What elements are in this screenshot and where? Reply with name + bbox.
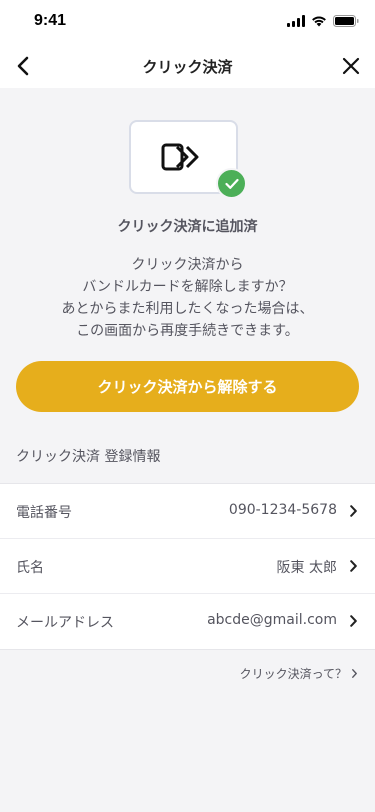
phone-number-value: 090-1234-5678 <box>228 502 337 518</box>
click-payment-logo-icon <box>161 143 199 171</box>
registration-info-list: 電話番号 090-1234-5678 氏名 阪東 太郎 メールアドレス abcd… <box>0 483 375 650</box>
email-label: メールアドレス <box>16 615 114 631</box>
email-value: abcde@gmail.com <box>207 612 337 628</box>
chevron-right-icon <box>352 669 357 678</box>
what-is-click-payment-link[interactable]: クリック決済って？ <box>240 665 357 682</box>
chevron-right-icon <box>350 560 357 572</box>
page-title: クリック決済 <box>142 58 233 76</box>
name-value: 阪東 太郎 <box>276 560 337 576</box>
navigation-bar: クリック決済 <box>0 44 375 88</box>
battery-icon <box>333 15 359 27</box>
added-check-badge <box>216 168 247 199</box>
wifi-icon <box>312 16 326 27</box>
phone-number-label: 電話番号 <box>16 505 72 521</box>
check-icon <box>225 178 239 189</box>
close-icon[interactable] <box>339 54 363 78</box>
description-line: あとからまた利用したくなった場合は、 <box>61 301 314 317</box>
status-icons <box>287 15 359 27</box>
added-status-title: クリック決済に追加済 <box>117 219 258 235</box>
description-line: バンドルカードを解除しますか？ <box>82 279 293 295</box>
description-line: この画面から再度手続きできます。 <box>76 323 299 339</box>
chevron-right-icon <box>350 615 357 627</box>
unregister-description: クリック決済から バンドルカードを解除しますか？ あとからまた利用したくなった場… <box>0 254 375 342</box>
unregister-button[interactable]: クリック決済から解除する <box>16 361 359 412</box>
help-link-label: クリック決済って？ <box>239 667 347 681</box>
cellular-signal-icon <box>287 15 305 27</box>
name-row[interactable]: 氏名 阪東 太郎 <box>0 539 375 594</box>
status-bar: 9:41 <box>0 0 375 44</box>
registration-section-heading: クリック決済 登録情報 <box>16 449 161 465</box>
chevron-right-icon <box>350 505 357 517</box>
email-row[interactable]: メールアドレス abcde@gmail.com <box>0 594 375 649</box>
status-time: 9:41 <box>34 12 67 29</box>
name-label: 氏名 <box>16 560 44 576</box>
description-line: クリック決済から <box>131 257 244 273</box>
phone-number-row[interactable]: 電話番号 090-1234-5678 <box>0 484 375 539</box>
